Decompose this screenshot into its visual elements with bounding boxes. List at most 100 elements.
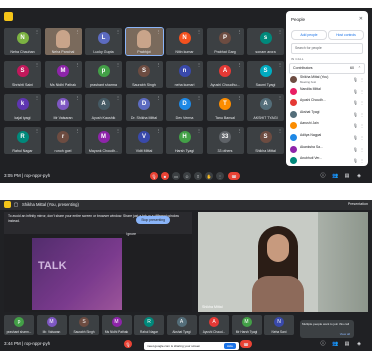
- host-controls-button[interactable]: Host controls: [328, 30, 364, 40]
- activities-icon[interactable]: ◈: [356, 173, 362, 179]
- more-options-icon[interactable]: ⋮: [278, 96, 282, 100]
- more-options-icon[interactable]: ⋮: [157, 96, 161, 100]
- participant-tile[interactable]: A Ayushi Chaud...: [199, 315, 229, 335]
- more-options-icon[interactable]: ⋮: [35, 129, 39, 133]
- more-options-icon[interactable]: ⋮: [360, 89, 364, 94]
- more-options-icon[interactable]: ⋮: [197, 96, 201, 100]
- participant-tile[interactable]: M Mr. Valsaran: [36, 315, 67, 335]
- people-list-item[interactable]: Nandita Mittal 🎙 ⋮: [290, 86, 364, 98]
- people-list-item[interactable]: Aditya Nagpal 🎙 ⋮: [290, 132, 364, 144]
- chat-icon-2[interactable]: ▤: [344, 341, 350, 347]
- participant-tile[interactable]: P ⋮ Prabhat Garg: [206, 28, 244, 55]
- people-list-item[interactable]: Aarushi Jain 🎙 ⋮: [290, 120, 364, 132]
- mic-icon[interactable]: 🎙: [353, 135, 358, 140]
- mic-icon[interactable]: 🎙: [353, 147, 358, 152]
- participant-tile[interactable]: A Akshat Tyagi: [166, 315, 197, 335]
- participant-tile[interactable]: n ⋮ neha kumari: [166, 61, 203, 88]
- participant-tile[interactable]: S ⋮ Shrishti Saini: [4, 61, 41, 88]
- participant-tile[interactable]: k ⋮ kajal tyagi: [4, 94, 41, 121]
- participant-tile[interactable]: H ⋮ Harsh Tyagi: [166, 127, 203, 154]
- participant-tile[interactable]: A ⋮ Ayush Kaushik: [85, 94, 122, 121]
- participant-tile[interactable]: 33 ⋮ 33 others: [206, 127, 244, 154]
- people-icon-2[interactable]: 👥: [332, 341, 338, 347]
- participant-tile[interactable]: r ⋮ runoh goel: [44, 127, 82, 154]
- participant-tile[interactable]: D ⋮ Dev Verma: [166, 94, 203, 121]
- emoji-button[interactable]: ☺: [183, 172, 191, 180]
- mic-off-button[interactable]: 🎙: [150, 172, 158, 180]
- more-options-icon[interactable]: ⋮: [35, 96, 39, 100]
- ignore-button[interactable]: Ignore: [126, 232, 136, 236]
- end-call-button[interactable]: ☎: [228, 172, 240, 180]
- more-options-icon[interactable]: ⋮: [35, 63, 39, 67]
- people-list-item[interactable]: Ayushi Choudh... 🎙 ⋮: [290, 97, 364, 109]
- more-options-icon[interactable]: ⋮: [238, 129, 242, 133]
- participant-tile[interactable]: N ⋮ Neha Chauhan: [4, 28, 41, 55]
- participant-tile[interactable]: ⋮ Prabhjot: [124, 27, 164, 56]
- view-all-link[interactable]: View all: [340, 332, 350, 336]
- mic-icon[interactable]: 🎙: [353, 89, 358, 94]
- more-options-icon[interactable]: ⋮: [116, 30, 120, 34]
- more-options-icon[interactable]: ⋮: [116, 63, 120, 67]
- more-options-icon[interactable]: ⋮: [76, 63, 80, 67]
- mic-icon[interactable]: 🎙: [353, 77, 358, 82]
- more-options-icon[interactable]: ⋮: [238, 63, 242, 67]
- more-options-icon[interactable]: ⋮: [116, 129, 120, 133]
- participant-tile[interactable]: A ⋮ Ayushi Choudhu...: [206, 61, 244, 88]
- participant-tile[interactable]: M Ms Nidhi Pathak: [101, 315, 132, 335]
- participant-tile[interactable]: s ⋮ sonam arora: [247, 28, 284, 55]
- contributors-section[interactable]: Contributors 60 ⌃: [289, 63, 365, 74]
- participant-tile[interactable]: M ⋮ Mr Valsaran: [44, 94, 82, 121]
- more-options-icon[interactable]: ⋮: [278, 63, 282, 67]
- participant-tile[interactable]: N Neha Sani: [264, 315, 294, 335]
- more-options-icon[interactable]: ⋮: [238, 30, 242, 34]
- more-options-icon[interactable]: ⋮: [76, 96, 80, 100]
- people-list-item[interactable]: Akanksha Sa... 🎙 ⋮: [290, 144, 364, 156]
- stop-presenting-button[interactable]: Stop presenting: [136, 216, 170, 224]
- more-options-icon[interactable]: ⋮: [157, 63, 161, 67]
- captions-button[interactable]: ▭: [172, 172, 180, 180]
- mic-icon[interactable]: 🎙: [353, 158, 358, 163]
- participant-tile[interactable]: D ⋮ Dr. Shikha Mittal: [125, 94, 163, 121]
- participant-tile[interactable]: S ⋮ Shikha Mittal: [247, 127, 284, 154]
- participant-tile[interactable]: M ⋮ Ms Nidhi Pathak: [44, 61, 82, 88]
- info-icon-2[interactable]: ⓘ: [320, 341, 326, 347]
- participant-tile[interactable]: p ⋮ prashant sharma: [85, 61, 122, 88]
- participant-tile[interactable]: T ⋮ Tanu Bansal: [206, 94, 244, 121]
- participant-tile[interactable]: N ⋮ Nitin kumar: [166, 28, 203, 55]
- more-options-icon[interactable]: ⋮: [360, 135, 364, 140]
- more-options-icon[interactable]: ⋮: [197, 129, 201, 133]
- info-icon[interactable]: ⓘ: [320, 173, 326, 179]
- more-options-icon[interactable]: ⋮: [360, 77, 364, 82]
- people-search-input[interactable]: Search for people: [291, 43, 363, 54]
- participant-tile[interactable]: S ⋮ Saumi Tyagi: [247, 61, 284, 88]
- chat-icon[interactable]: ▤: [344, 173, 350, 179]
- more-options-icon[interactable]: ⋮: [278, 129, 282, 133]
- raise-hand-button[interactable]: ✋: [205, 172, 213, 180]
- participant-tile[interactable]: p prashant sharm...: [4, 315, 34, 335]
- add-people-button[interactable]: Add people: [291, 30, 327, 40]
- more-options-icon[interactable]: ⋮: [360, 123, 364, 128]
- participant-tile[interactable]: R Rahul Nagar: [134, 315, 164, 335]
- mic-off-button-2[interactable]: 🎙: [124, 340, 132, 348]
- people-icon[interactable]: 👥: [332, 173, 338, 179]
- more-options-icon[interactable]: ⋮: [360, 112, 364, 117]
- more-options-icon[interactable]: ⋮: [116, 96, 120, 100]
- camera-off-button[interactable]: ■: [161, 172, 169, 180]
- people-list-item[interactable]: Akshat Tyagi 🎙 ⋮: [290, 109, 364, 121]
- join-request-toast[interactable]: Multiple people want to join this call V…: [300, 320, 354, 338]
- present-button[interactable]: ⇧: [194, 172, 202, 180]
- more-options-icon[interactable]: ⋮: [76, 129, 80, 133]
- layout-icon[interactable]: ▢: [13, 202, 19, 208]
- people-list-item[interactable]: Anubhuti Ver... 🎙 ⋮: [290, 155, 364, 166]
- participant-tile[interactable]: A ⋮ AKSHIT TYAGI: [247, 94, 284, 121]
- chevron-up-icon[interactable]: ⌃: [358, 64, 361, 73]
- more-options-icon[interactable]: ⋮: [157, 129, 161, 133]
- participant-tile[interactable]: V ⋮ Vidit Mittal: [125, 127, 163, 154]
- more-options-icon[interactable]: ⋮: [197, 63, 201, 67]
- mic-icon[interactable]: 🎙: [353, 123, 358, 128]
- participant-tile[interactable]: M ⋮ Mayank Choudh...: [85, 127, 122, 154]
- more-options-icon[interactable]: ⋮: [278, 30, 282, 34]
- hide-button[interactable]: Hide: [223, 343, 236, 349]
- participant-tile[interactable]: M Mr Harsh Tyagi: [231, 315, 262, 335]
- mic-icon[interactable]: 🎙: [353, 112, 358, 117]
